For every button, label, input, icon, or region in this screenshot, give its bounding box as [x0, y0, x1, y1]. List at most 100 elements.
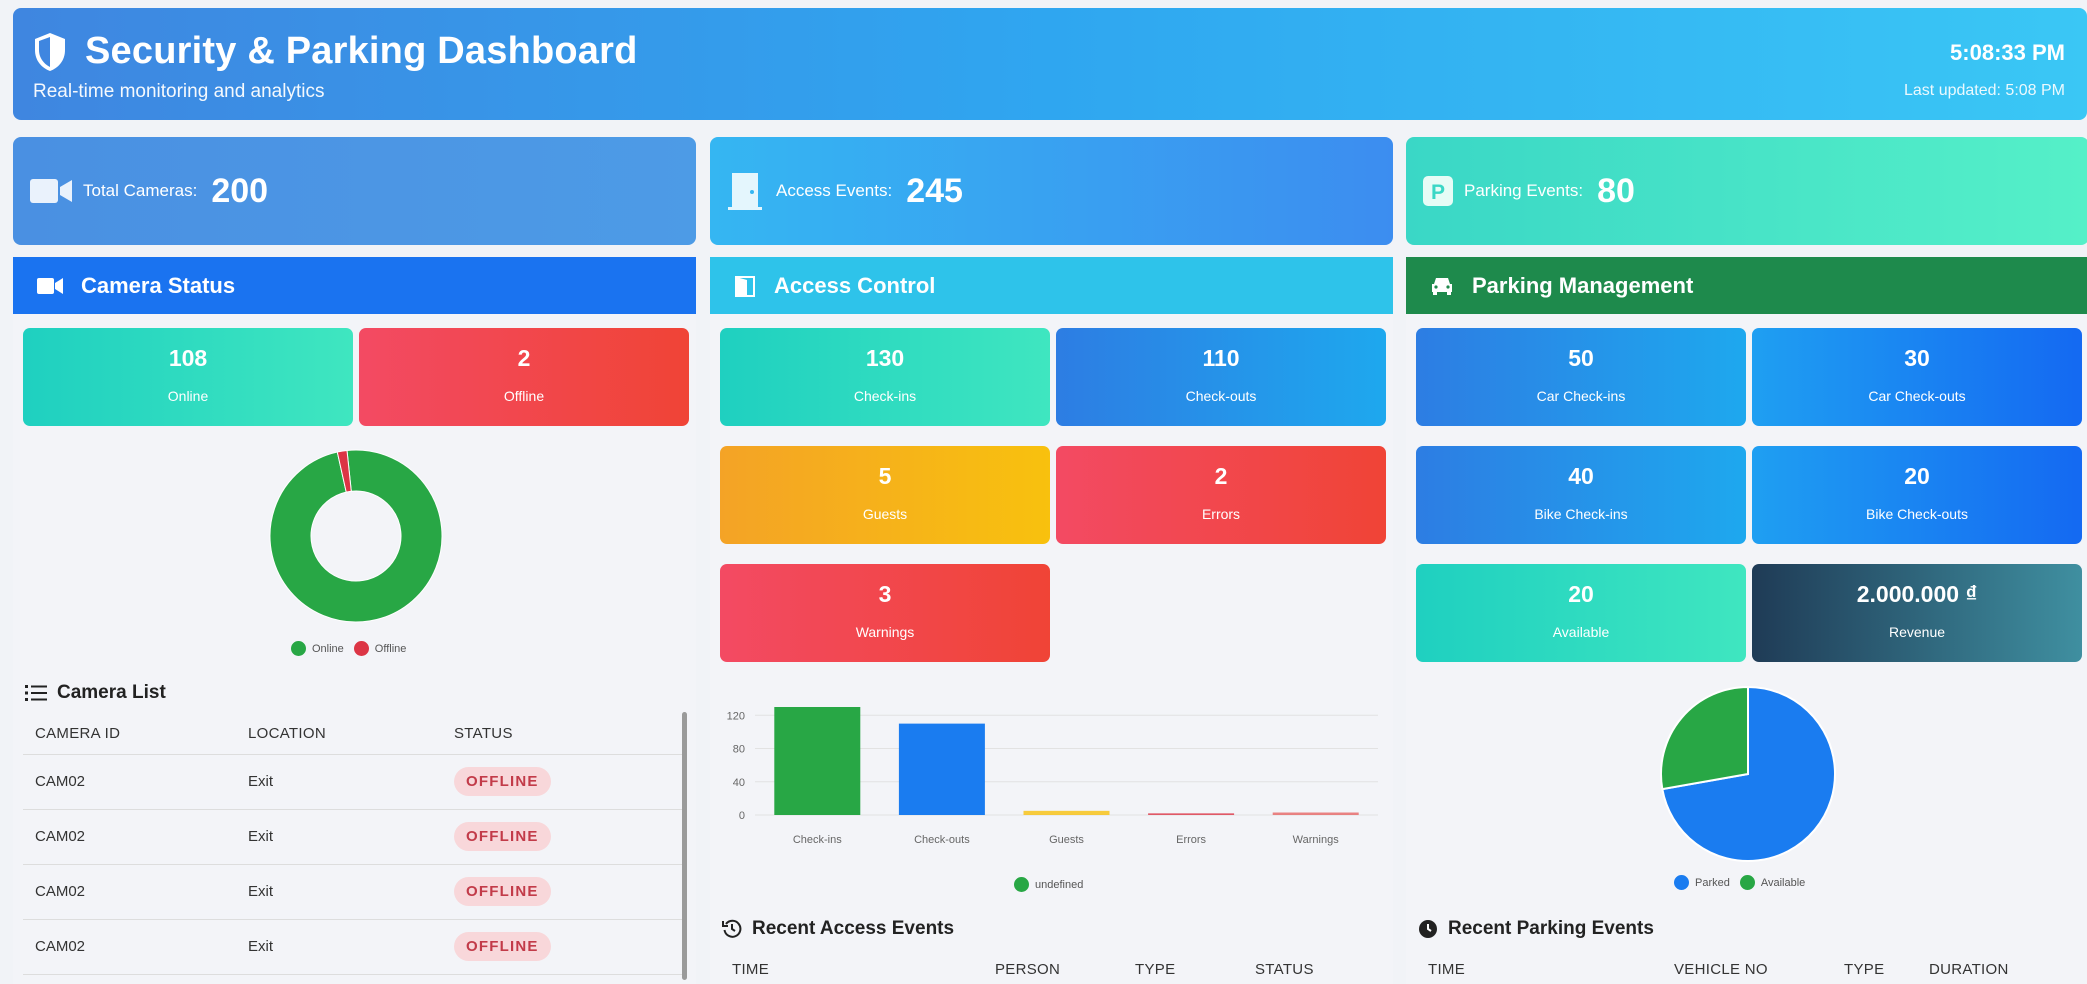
- tile-value: 2: [517, 345, 531, 371]
- parking-management-panel: Parking Management 50 Car Check-ins 30 C…: [1406, 257, 2087, 984]
- legend-offline: Offline: [374, 642, 407, 655]
- tile-label: Car Check-outs: [1868, 388, 1966, 404]
- bar-errors: [1148, 813, 1235, 815]
- camera-list-table: CAMERA ID LOCATION STATUS CAM02 Exit OFF…: [23, 714, 685, 975]
- y-tick-label: 0: [739, 810, 745, 822]
- camera-list-scrollbar[interactable]: [682, 712, 687, 980]
- bar-check-outs: [898, 723, 985, 815]
- tile-bike-check-outs: 20 Bike Check-outs: [1752, 446, 2082, 544]
- table-row[interactable]: CAM02 Exit OFFLINE: [23, 809, 685, 865]
- camera-status-panel: Camera Status 108 Online 2 Offline Onlin…: [13, 257, 696, 984]
- table-header-row: TIME PERSON TYPE STATUS: [720, 950, 1382, 984]
- col-camera-id: CAMERA ID: [23, 714, 248, 755]
- kpi-value: 80: [1597, 171, 1635, 210]
- status-badge: OFFLINE: [454, 822, 551, 851]
- recent-access-table: TIME PERSON TYPE STATUS: [720, 950, 1382, 984]
- camera-chart-legend: Online Offline: [291, 641, 406, 656]
- tile-label: Check-ins: [853, 388, 917, 404]
- camera-id: CAM02: [23, 864, 248, 920]
- door-open-icon: [735, 275, 755, 297]
- kpi-label: Parking Events:: [1464, 181, 1584, 200]
- kpi-total-cameras: Total Cameras: 200: [13, 137, 696, 245]
- col-status: STATUS: [454, 714, 685, 755]
- camera-location: Exit: [248, 919, 454, 975]
- section-label: Recent Parking Events: [1448, 918, 1654, 939]
- col-status: STATUS: [1255, 950, 1382, 984]
- bar-guests: [1023, 810, 1110, 815]
- table-row[interactable]: CAM02 Exit OFFLINE: [23, 864, 685, 920]
- tile-label: Online: [167, 388, 209, 404]
- legend-available: Available: [1760, 876, 1806, 889]
- x-tick-label: Guests: [1049, 834, 1084, 846]
- tile-value: 20: [1568, 581, 1594, 607]
- tile-label: Check-outs: [1185, 388, 1257, 404]
- clock: 5:08:33 PM: [1950, 40, 2065, 65]
- col-time: TIME: [720, 950, 995, 984]
- parking-icon: P: [1423, 176, 1453, 206]
- clock-icon: [1419, 920, 1437, 938]
- table-header-row: CAMERA ID LOCATION STATUS: [23, 714, 685, 755]
- tile-label: Guests: [862, 506, 908, 522]
- bar-check-ins: [774, 707, 861, 815]
- x-tick-label: Check-ins: [793, 834, 842, 846]
- x-tick-label: Check-outs: [914, 834, 970, 846]
- col-vehicle-no: VEHICLE NO: [1674, 950, 1844, 984]
- video-camera-icon: [30, 179, 72, 203]
- table-header-row: TIME VEHICLE NO TYPE DURATION: [1416, 950, 2078, 984]
- parking-chart-legend: Parked Available: [1674, 875, 1805, 890]
- tile-label: Warnings: [855, 624, 915, 640]
- tile-value: 5: [878, 463, 892, 489]
- parking-pie-chart: [1660, 686, 1836, 862]
- last-updated: Last updated: 5:08 PM: [1904, 82, 2065, 99]
- parking-management-header: Parking Management: [1406, 257, 2087, 314]
- col-person: PERSON: [995, 950, 1135, 984]
- legend-dot-offline: [353, 641, 369, 656]
- tile-value: 130: [865, 345, 905, 371]
- legend-dot: [1014, 877, 1029, 892]
- kpi-value: 200: [211, 171, 269, 210]
- tile-online: 108 Online: [23, 328, 353, 426]
- y-tick-label: 80: [733, 744, 745, 756]
- camera-location: Exit: [248, 864, 454, 920]
- tile-bike-check-ins: 40 Bike Check-ins: [1416, 446, 1746, 544]
- tile-value: 108: [168, 345, 208, 371]
- tile-available: 20 Available: [1416, 564, 1746, 662]
- legend-dot-available: [1739, 875, 1755, 890]
- col-type: TYPE: [1135, 950, 1255, 984]
- section-label: Camera List: [57, 682, 166, 703]
- recent-parking-table: TIME VEHICLE NO TYPE DURATION: [1416, 950, 2078, 984]
- tile-car-check-outs: 30 Car Check-outs: [1752, 328, 2082, 426]
- page-subtitle: Real-time monitoring and analytics: [33, 81, 325, 102]
- legend-parked: Parked: [1695, 876, 1730, 889]
- camera-id: CAM02: [23, 919, 248, 975]
- panel-title: Parking Management: [1472, 272, 1694, 298]
- col-time: TIME: [1416, 950, 1674, 984]
- table-row[interactable]: CAM02 Exit OFFLINE: [23, 754, 685, 810]
- status-badge: OFFLINE: [454, 767, 551, 796]
- kpi-access-events: Access Events: 245: [710, 137, 1393, 245]
- pie-slice-available: [1660, 686, 1749, 791]
- tile-value: 20: [1904, 463, 1930, 489]
- camera-location: Exit: [248, 754, 454, 810]
- tile-label: Car Check-ins: [1536, 388, 1626, 404]
- tile-value: 30: [1904, 345, 1930, 371]
- y-tick-label: 120: [727, 710, 745, 722]
- shield-icon: [35, 32, 65, 71]
- bar-warnings: [1272, 812, 1359, 815]
- col-duration: DURATION: [1929, 950, 2078, 984]
- donut-slice-online: [269, 449, 443, 623]
- tile-warnings: 3 Warnings: [720, 564, 1050, 662]
- tile-guests: 5 Guests: [720, 446, 1050, 544]
- panel-title: Camera Status: [81, 272, 236, 298]
- table-row[interactable]: CAM02 Exit OFFLINE: [23, 919, 685, 975]
- legend-online: Online: [312, 642, 344, 655]
- y-tick-label: 40: [733, 777, 745, 789]
- tile-check-ins: 130 Check-ins: [720, 328, 1050, 426]
- col-type: TYPE: [1844, 950, 1929, 984]
- kpi-parking-events: P Parking Events: 80: [1406, 137, 2087, 245]
- tile-car-check-ins: 50 Car Check-ins: [1416, 328, 1746, 426]
- tile-value: 2: [1214, 463, 1228, 489]
- status-badge: OFFLINE: [454, 932, 551, 961]
- legend-undefined: undefined: [1035, 878, 1084, 891]
- tile-label: Available: [1552, 624, 1610, 640]
